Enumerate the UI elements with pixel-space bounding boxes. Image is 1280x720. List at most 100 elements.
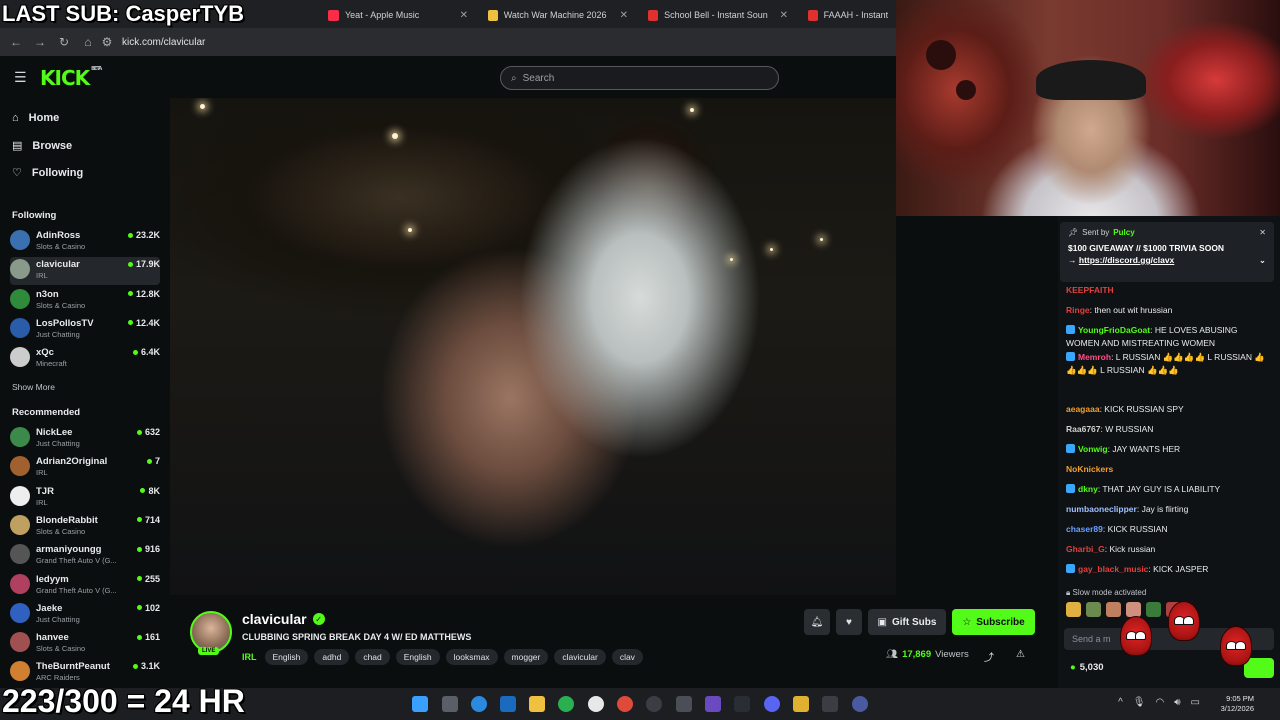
sidebar-channel-n3on[interactable]: n3on Slots & Casino 12.8K: [10, 287, 160, 315]
chat-username[interactable]: Ringe: [1066, 305, 1090, 315]
channel-points[interactable]: ● 5,030: [1070, 662, 1104, 673]
sidebar-channel-ledyym[interactable]: ledyym Grand Theft Auto V (G... 255: [10, 572, 160, 600]
mic-icon[interactable]: 🎙︎: [1133, 697, 1146, 708]
reload-icon[interactable]: ↻: [52, 35, 76, 49]
show-more-button[interactable]: Show More: [12, 382, 55, 392]
store-icon[interactable]: [676, 696, 692, 712]
emote[interactable]: [1106, 602, 1121, 617]
sidebar-channel-xqc[interactable]: xQc Minecraft 6.4K: [10, 345, 160, 373]
forward-icon[interactable]: →: [28, 35, 52, 49]
app-icon[interactable]: [852, 696, 868, 712]
start-icon[interactable]: [412, 696, 428, 712]
back-icon[interactable]: ←: [4, 35, 28, 49]
sidebar-channel-adinross[interactable]: AdinRoss Slots & Casino 23.2K: [10, 228, 160, 256]
tag[interactable]: clavicular: [554, 649, 606, 665]
tag[interactable]: English: [264, 649, 309, 665]
tag[interactable]: adhd: [314, 649, 350, 665]
nav-home[interactable]: ⌂ Home: [12, 112, 59, 124]
browser-tab[interactable]: Yeat - Apple Music ✕: [320, 4, 476, 26]
sidebar-channel-hanvee[interactable]: hanvee Slots & Casino 161: [10, 630, 160, 658]
chevron-down-icon[interactable]: ⌄: [1259, 254, 1266, 266]
chrome-icon[interactable]: [617, 696, 633, 712]
stream-category[interactable]: IRL: [242, 652, 257, 662]
channel-viewers: 17.9K: [127, 259, 160, 269]
chat-username[interactable]: dkny: [1078, 484, 1098, 494]
share-icon[interactable]: ⤴: [984, 649, 994, 664]
browser-tab[interactable]: FAAAH - Instant Sour: [800, 4, 896, 26]
app-icon[interactable]: [793, 696, 809, 712]
tag[interactable]: looksmax: [445, 649, 498, 665]
chevron-up-icon[interactable]: ^: [1118, 697, 1123, 708]
volume-icon[interactable]: 🔊︎: [1174, 697, 1180, 708]
xbox-icon[interactable]: [558, 696, 574, 712]
gift-subs-button[interactable]: ▣ Gift Subs: [868, 609, 946, 635]
sidebar-channel-lospollostv[interactable]: LosPollosTV Just Chatting 12.4K: [10, 316, 160, 344]
pinned-link[interactable]: https://discord.gg/clavx: [1079, 255, 1174, 265]
chat-username[interactable]: Gharbi_G: [1066, 544, 1105, 554]
app-icon[interactable]: [588, 696, 604, 712]
chat-username[interactable]: gay_black_music: [1078, 564, 1148, 574]
unpin-icon[interactable]: ✕: [1259, 228, 1266, 237]
chat-username[interactable]: Memroh: [1078, 352, 1111, 362]
edge-icon[interactable]: [471, 696, 487, 712]
channel-name: TJR: [36, 485, 54, 497]
chat-username[interactable]: numbaoneclipper: [1066, 504, 1137, 514]
send-chat-button[interactable]: [1244, 658, 1274, 678]
kick-logo[interactable]: KICK BETA: [40, 66, 102, 90]
emote[interactable]: [1066, 602, 1081, 617]
menu-icon[interactable]: ☰: [14, 69, 27, 86]
emote[interactable]: [1146, 602, 1161, 617]
pinned-message[interactable]: 📌︎ Sent by Pulcy ✕ $100 GIVEAWAY // $100…: [1060, 222, 1274, 282]
tag[interactable]: chad: [355, 649, 390, 665]
clock[interactable]: 9:05 PM 3/12/2026: [1221, 694, 1254, 714]
app-icon[interactable]: [734, 696, 750, 712]
home-icon[interactable]: ⌂: [76, 35, 100, 49]
chat-username[interactable]: Raa6767: [1066, 424, 1101, 434]
browser-tab[interactable]: Watch War Machine 2026 full M ✕: [480, 4, 636, 26]
nav-following[interactable]: ♡ Following: [12, 166, 83, 180]
chat-username[interactable]: YoungFrioDaGoat: [1078, 325, 1150, 335]
chat-username[interactable]: aeagaaa: [1066, 404, 1100, 414]
search-input[interactable]: ⌕ Search: [500, 66, 779, 90]
file-explorer-icon[interactable]: [529, 696, 545, 712]
chat-username[interactable]: KEEPFAITH: [1066, 285, 1114, 295]
channel-category: Just Chatting: [36, 614, 80, 624]
chat-username[interactable]: Vonwig: [1078, 444, 1108, 454]
sidebar-channel-jaeke[interactable]: Jaeke Just Chatting 102: [10, 601, 160, 629]
outlook-icon[interactable]: [500, 696, 516, 712]
sidebar-channel-adrian2original[interactable]: Adrian2Original IRL 7: [10, 454, 160, 482]
pinned-user[interactable]: Pulcy: [1113, 228, 1134, 237]
browser-tab[interactable]: School Bell - Instant Sound Effe ✕: [640, 4, 796, 26]
sidebar-channel-clavicular[interactable]: clavicular IRL 17.9K: [10, 257, 160, 286]
close-icon[interactable]: ✕: [620, 10, 628, 21]
video-player[interactable]: [170, 98, 896, 595]
task-view-icon[interactable]: [442, 696, 458, 712]
site-info-icon[interactable]: ⚙: [100, 35, 114, 49]
emote[interactable]: [1086, 602, 1101, 617]
sidebar-channel-armaniyoungg[interactable]: armaniyoungg Grand Theft Auto V (G... 916: [10, 542, 160, 570]
tag[interactable]: English: [395, 649, 440, 665]
emote[interactable]: [1126, 602, 1141, 617]
close-icon[interactable]: ✕: [780, 10, 788, 21]
close-icon[interactable]: ✕: [460, 10, 468, 21]
sidebar-channel-nicklee[interactable]: NickLee Just Chatting 632: [10, 425, 160, 453]
report-icon[interactable]: ⚠: [1016, 649, 1025, 660]
sidebar-channel-blonderabbit[interactable]: BlondeRabbit Slots & Casino 714: [10, 513, 160, 541]
follow-button[interactable]: ♥: [836, 609, 862, 635]
sidebar-channel-tjr[interactable]: TJR IRL 8K: [10, 484, 160, 512]
teams-icon[interactable]: [705, 696, 721, 712]
discord-icon[interactable]: [764, 696, 780, 712]
notification-bell-button[interactable]: 🔔︎: [804, 609, 830, 635]
url-field[interactable]: kick.com/clavicular: [122, 37, 205, 48]
nav-browse[interactable]: ▤ Browse: [12, 139, 72, 153]
chat-username[interactable]: NoKnickers: [1066, 464, 1113, 474]
tag[interactable]: mogger: [503, 649, 549, 665]
chat-username[interactable]: chaser89: [1066, 524, 1103, 534]
wifi-icon[interactable]: ◠: [1156, 697, 1165, 708]
settings-icon[interactable]: [822, 696, 838, 712]
battery-icon[interactable]: ▭: [1191, 697, 1200, 708]
obs-icon[interactable]: [646, 696, 662, 712]
subscribe-button[interactable]: ☆ Subscribe: [952, 609, 1035, 635]
streamer-name[interactable]: clavicular ✓: [242, 611, 325, 627]
tag[interactable]: clav: [611, 649, 643, 665]
